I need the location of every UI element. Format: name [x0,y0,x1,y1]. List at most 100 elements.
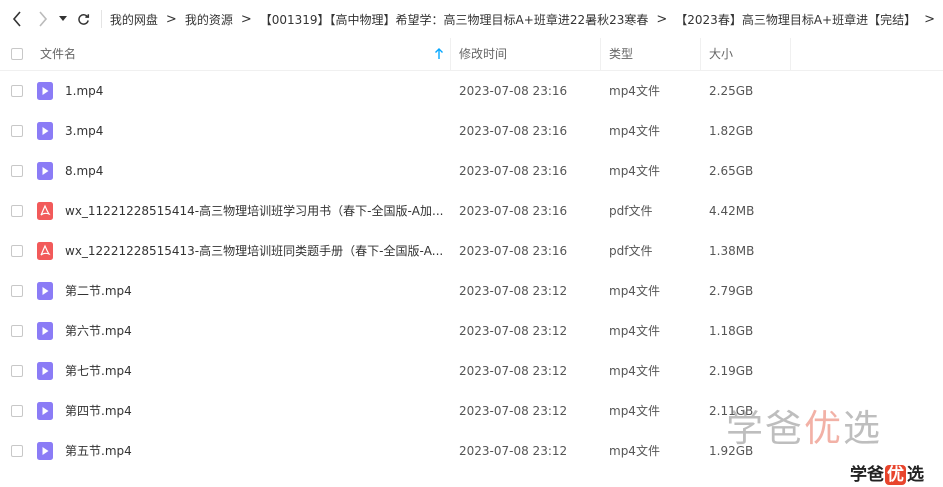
file-modified: 2023-07-08 23:16 [459,244,568,258]
breadcrumb-item[interactable]: 【2023春】高三物理目标A+班章进【完结】 [675,11,916,28]
toolbar: 我的网盘 > 我的资源 > 【001319】【高中物理】希望学：高三物理目标A+… [0,0,943,38]
file-row[interactable]: 8.mp4 2023-07-08 23:16 mp4文件 2.65GB [0,151,943,191]
column-header-type[interactable]: 类型 [609,38,633,70]
file-modified: 2023-07-08 23:12 [459,444,568,458]
video-file-icon [37,322,53,340]
table-header: 文件名 修改时间 类型 大小 [0,38,943,71]
row-checkbox[interactable] [11,245,23,257]
column-header-name[interactable]: 文件名 [40,38,76,70]
column-divider[interactable] [600,38,601,70]
refresh-icon [77,13,89,25]
file-name[interactable]: wx_12221228515413-高三物理培训班同类题手册（春下-全国版-A.… [65,231,443,271]
file-name[interactable]: wx_11221228515414-高三物理培训班学习用书（春下-全国版-A加.… [65,191,443,231]
file-modified: 2023-07-08 23:16 [459,124,568,138]
row-checkbox[interactable] [11,285,23,297]
file-manager-window: 我的网盘 > 我的资源 > 【001319】【高中物理】希望学：高三物理目标A+… [0,0,943,487]
file-row[interactable]: wx_12221228515413-高三物理培训班同类题手册（春下-全国版-A.… [0,231,943,271]
row-checkbox[interactable] [11,85,23,97]
file-row[interactable]: 1.mp4 2023-07-08 23:16 mp4文件 2.25GB [0,71,943,111]
file-type: mp4文件 [609,164,660,178]
file-type: mp4文件 [609,324,660,338]
file-size: 2.79GB [709,284,754,298]
row-checkbox[interactable] [11,125,23,137]
row-checkbox[interactable] [11,325,23,337]
file-row[interactable]: wx_11221228515414-高三物理培训班学习用书（春下-全国版-A加.… [0,191,943,231]
video-file-icon [37,282,53,300]
pdf-file-icon [37,202,53,220]
breadcrumb-separator: > [240,11,252,27]
file-name[interactable]: 3.mp4 [65,111,443,151]
watermark-badge: 优 [885,465,906,485]
breadcrumb-item[interactable]: 【001319】【高中物理】希望学：高三物理目标A+班章进22暑秋23寒春 [260,11,649,28]
column-divider[interactable] [790,38,791,70]
file-type: mp4文件 [609,364,660,378]
file-type: mp4文件 [609,444,660,458]
file-name[interactable]: 第六节.mp4 [65,311,443,351]
column-header-modified[interactable]: 修改时间 [459,38,507,70]
file-row[interactable]: 第七节.mp4 2023-07-08 23:12 mp4文件 2.19GB [0,351,943,391]
file-name[interactable]: 1.mp4 [65,71,443,111]
breadcrumb-separator: > [165,11,177,27]
file-modified: 2023-07-08 23:12 [459,324,568,338]
file-size: 4.42MB [709,204,755,218]
video-file-icon [37,122,53,140]
file-size: 2.65GB [709,164,754,178]
file-modified: 2023-07-08 23:16 [459,204,568,218]
forward-button[interactable] [35,0,51,38]
video-file-icon [37,162,53,180]
chevron-left-icon [12,11,21,27]
breadcrumb: 我的网盘 > 我的资源 > 【001319】【高中物理】希望学：高三物理目标A+… [110,11,943,28]
file-type: mp4文件 [609,84,660,98]
file-row[interactable]: 第六节.mp4 2023-07-08 23:12 mp4文件 1.18GB [0,311,943,351]
file-type: pdf文件 [609,204,653,218]
watermark-text: 学爸 [850,465,884,485]
breadcrumb-separator: > [924,11,935,27]
file-type: mp4文件 [609,124,660,138]
watermark-text: 选 [907,465,924,485]
file-name[interactable]: 第二节.mp4 [65,271,443,311]
file-modified: 2023-07-08 23:12 [459,364,568,378]
video-file-icon [37,362,53,380]
file-type: mp4文件 [609,404,660,418]
breadcrumb-item[interactable]: 我的网盘 [110,11,158,28]
video-file-icon [37,82,53,100]
breadcrumb-separator: > [656,11,668,27]
back-button[interactable] [9,0,25,38]
row-checkbox[interactable] [11,165,23,177]
row-checkbox[interactable] [11,405,23,417]
column-divider[interactable] [450,38,451,70]
video-file-icon [37,442,53,460]
file-modified: 2023-07-08 23:16 [459,84,568,98]
video-file-icon [37,402,53,420]
row-checkbox[interactable] [11,365,23,377]
file-modified: 2023-07-08 23:16 [459,164,568,178]
watermark-text-accent: 优 [804,407,843,450]
sort-ascending-icon[interactable] [434,48,444,60]
file-name[interactable]: 8.mp4 [65,151,443,191]
file-size: 2.25GB [709,84,754,98]
refresh-button[interactable] [75,0,91,38]
breadcrumb-item[interactable]: 我的资源 [185,11,233,28]
file-name[interactable]: 第四节.mp4 [65,391,443,431]
toolbar-divider [101,10,102,28]
history-dropdown-button[interactable] [57,0,69,38]
pdf-file-icon [37,242,53,260]
chevron-right-icon [39,11,47,27]
file-row[interactable]: 3.mp4 2023-07-08 23:16 mp4文件 1.82GB [0,111,943,151]
column-header-size[interactable]: 大小 [709,38,733,70]
file-size: 1.18GB [709,324,754,338]
file-type: mp4文件 [609,284,660,298]
file-size: 1.38MB [709,244,755,258]
file-modified: 2023-07-08 23:12 [459,284,568,298]
watermark-small: 学爸优选 [850,460,924,485]
file-name[interactable]: 第五节.mp4 [65,431,443,471]
select-all-checkbox[interactable] [11,48,23,60]
file-row[interactable]: 第二节.mp4 2023-07-08 23:12 mp4文件 2.79GB [0,271,943,311]
watermark-text: 选 [843,407,882,450]
file-size: 1.82GB [709,124,754,138]
column-divider[interactable] [700,38,701,70]
watermark-text: 学爸 [726,407,804,450]
row-checkbox[interactable] [11,205,23,217]
file-name[interactable]: 第七节.mp4 [65,351,443,391]
row-checkbox[interactable] [11,445,23,457]
